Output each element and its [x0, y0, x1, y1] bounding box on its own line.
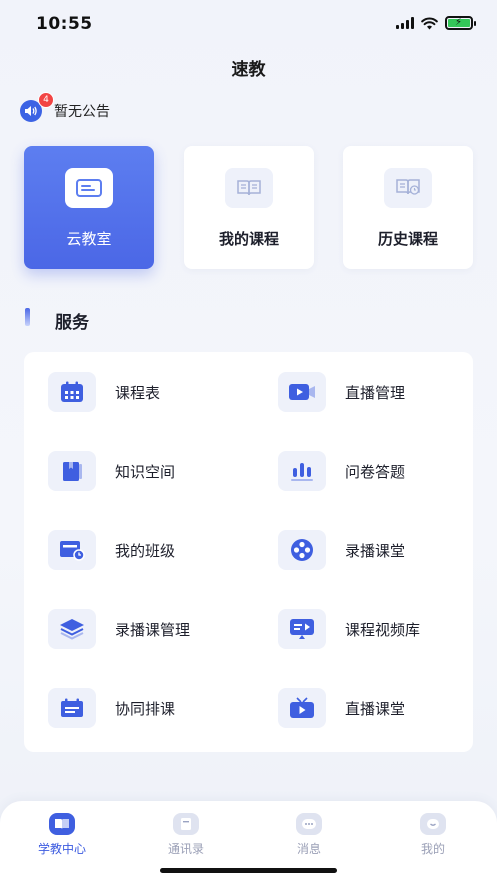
cloud-classroom-icon	[65, 168, 113, 208]
schedule-icon	[48, 688, 96, 728]
service-live-management[interactable]: 直播管理	[278, 371, 405, 413]
section-title: 服务	[55, 313, 89, 333]
page-title: 速教	[231, 60, 266, 80]
service-my-class[interactable]: 我的班级	[48, 529, 175, 571]
smiley-icon	[420, 813, 446, 835]
chat-bubble-icon	[296, 813, 322, 835]
service-recorded-class[interactable]: 录播课堂	[278, 529, 405, 571]
calendar-icon	[48, 372, 96, 412]
status-bar: 10:55 ⚡	[0, 0, 497, 48]
tab-contacts[interactable]: 通讯录	[141, 813, 231, 857]
service-label: 知识空间	[115, 462, 176, 481]
my-courses-card[interactable]: 我的课程	[184, 146, 314, 269]
section-accent-bar	[25, 308, 30, 326]
service-label: 直播管理	[345, 383, 406, 402]
cloud-classroom-card[interactable]: 云教室	[24, 146, 154, 269]
tab-label: 消息	[296, 842, 321, 856]
service-label: 问卷答题	[345, 462, 406, 481]
speaker-icon: 4	[20, 92, 54, 122]
status-icons: ⚡	[396, 16, 476, 30]
film-reel-icon	[278, 530, 326, 570]
folder-icon	[48, 451, 96, 491]
status-time: 10:55	[36, 14, 93, 34]
announcement-text: 暂无公告	[54, 104, 110, 120]
service-label: 直播课堂	[345, 699, 406, 718]
services-panel: 课程表 直播管理 知识空间 问卷答题 我的班级 录播课堂 录播课管理 课程视频库…	[24, 352, 473, 752]
service-survey[interactable]: 问卷答题	[278, 450, 405, 492]
service-label: 课程视频库	[345, 620, 421, 639]
book-open-icon	[49, 813, 75, 835]
class-icon	[48, 530, 96, 570]
tab-label: 我的	[420, 842, 445, 856]
tab-teaching-center[interactable]: 学教中心	[17, 813, 107, 857]
battery-icon: ⚡	[445, 16, 476, 30]
card-label: 云教室	[66, 230, 112, 248]
service-live-class[interactable]: 直播课堂	[278, 687, 405, 729]
tab-profile[interactable]: 我的	[388, 813, 478, 857]
history-book-icon	[384, 168, 432, 208]
tab-label: 通讯录	[167, 842, 204, 856]
announcement-bar[interactable]: 4 暂无公告	[20, 92, 110, 122]
home-indicator	[160, 868, 337, 873]
service-course-schedule[interactable]: 课程表	[48, 371, 160, 413]
book-icon	[225, 168, 273, 208]
service-knowledge-space[interactable]: 知识空间	[48, 450, 175, 492]
layers-icon	[48, 609, 96, 649]
tab-label: 学教中心	[37, 842, 86, 856]
wifi-icon	[421, 16, 438, 29]
service-recorded-course-management[interactable]: 录播课管理	[48, 608, 190, 650]
video-camera-icon	[278, 372, 326, 412]
tv-play-icon	[278, 688, 326, 728]
service-label: 录播课管理	[115, 620, 191, 639]
bar-chart-icon	[278, 451, 326, 491]
service-label: 课程表	[115, 383, 161, 402]
notice-count-badge: 4	[38, 92, 54, 108]
card-label: 我的课程	[218, 230, 279, 248]
card-label: 历史课程	[377, 230, 438, 248]
signal-icon	[396, 17, 414, 29]
service-label: 录播课堂	[345, 541, 406, 560]
service-label: 协同排课	[115, 699, 176, 718]
service-collaborative-scheduling[interactable]: 协同排课	[48, 687, 175, 729]
service-course-video-library[interactable]: 课程视频库	[278, 608, 420, 650]
service-label: 我的班级	[115, 541, 176, 560]
video-library-icon	[278, 609, 326, 649]
tab-messages[interactable]: 消息	[264, 813, 354, 857]
contacts-icon	[173, 813, 199, 835]
history-courses-card[interactable]: 历史课程	[343, 146, 473, 269]
